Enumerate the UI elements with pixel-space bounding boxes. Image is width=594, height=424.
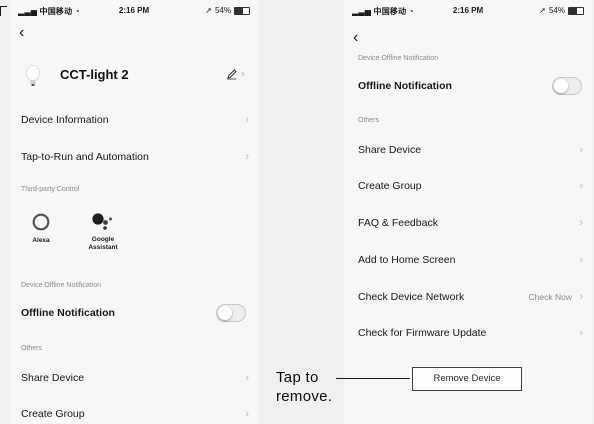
chevron-right-icon: › bbox=[579, 180, 583, 192]
check-firmware-row[interactable]: Check for Firmware Update › bbox=[344, 315, 592, 351]
tap-to-run-row[interactable]: Tap-to-Run and Automation › bbox=[10, 139, 258, 175]
chevron-right-icon: › bbox=[241, 68, 245, 80]
add-to-home-row[interactable]: Add to Home Screen › bbox=[344, 242, 592, 278]
chevron-right-icon: › bbox=[245, 151, 249, 163]
chevron-right-icon: › bbox=[579, 327, 583, 339]
battery-fill bbox=[235, 7, 243, 14]
create-group-label: Create Group bbox=[358, 180, 422, 192]
alexa-icon bbox=[32, 213, 50, 231]
chevron-right-icon: › bbox=[245, 114, 249, 126]
battery-percent: 54% bbox=[214, 6, 231, 15]
check-network-row[interactable]: Check Device Network Check Now › bbox=[344, 279, 592, 315]
alexa-label: Alexa bbox=[32, 237, 50, 244]
left-phone-screen: ▂▃▅ 中国移动 ◔ 2:16 PM ➚ 54% ‹ CCT-light 2 ›… bbox=[10, 0, 258, 424]
chevron-right-icon: › bbox=[579, 144, 583, 156]
battery-icon bbox=[234, 6, 250, 15]
bulb-icon bbox=[26, 65, 40, 86]
google-assistant-icon bbox=[92, 213, 112, 230]
share-device-label: Share Device bbox=[21, 372, 85, 384]
annotation-line-2: remove. bbox=[276, 388, 333, 405]
chevron-right-icon: › bbox=[245, 408, 249, 420]
share-device-row[interactable]: Share Device › bbox=[10, 360, 258, 396]
chevron-right-icon: › bbox=[245, 372, 249, 384]
add-to-home-label: Add to Home Screen bbox=[358, 254, 456, 266]
battery-fill bbox=[569, 7, 577, 14]
annotation-line-1: Tap to bbox=[276, 369, 319, 386]
toggle-knob bbox=[554, 79, 568, 93]
back-arrow-icon[interactable]: ‹ bbox=[353, 30, 358, 46]
create-group-row[interactable]: Create Group › bbox=[344, 168, 592, 204]
location-icon: ➚ bbox=[539, 6, 546, 15]
offline-section-label: Device Offline Notification bbox=[358, 55, 439, 62]
battery-status: ➚ 54% bbox=[205, 6, 250, 15]
share-device-label: Share Device bbox=[358, 144, 422, 156]
device-name: CCT-light 2 bbox=[60, 67, 129, 82]
check-network-label: Check Device Network bbox=[358, 291, 465, 303]
chevron-right-icon: › bbox=[579, 291, 583, 303]
third-party-section-label: Third-party Control bbox=[21, 186, 80, 193]
battery-percent: 54% bbox=[548, 6, 565, 15]
faq-feedback-row[interactable]: FAQ & Feedback › bbox=[344, 205, 592, 241]
alexa-button[interactable]: Alexa bbox=[19, 212, 63, 245]
offline-notification-label: Offline Notification bbox=[21, 307, 115, 319]
offline-notification-toggle[interactable] bbox=[216, 304, 246, 322]
others-section-label: Others bbox=[358, 117, 380, 124]
google-assistant-button[interactable]: Google Assistant bbox=[81, 211, 125, 252]
faq-feedback-label: FAQ & Feedback bbox=[358, 217, 438, 229]
device-information-row[interactable]: Device Information › bbox=[10, 102, 258, 138]
tap-to-remove-annotation: Tap to remove. bbox=[276, 368, 332, 406]
annotation-pointer-line bbox=[336, 378, 410, 380]
pencil-icon[interactable] bbox=[226, 68, 238, 80]
google-assistant-label: Google Assistant bbox=[88, 236, 118, 251]
others-section-label: Others bbox=[21, 345, 43, 352]
location-icon: ➚ bbox=[205, 6, 212, 15]
chevron-right-icon: › bbox=[579, 254, 583, 266]
offline-notification-toggle[interactable] bbox=[552, 77, 582, 95]
check-now-value: Check Now bbox=[528, 292, 572, 302]
battery-icon bbox=[568, 6, 584, 15]
device-information-label: Device Information bbox=[21, 114, 109, 126]
chevron-right-icon: › bbox=[579, 217, 583, 229]
create-group-row[interactable]: Create Group › bbox=[10, 396, 258, 424]
offline-section-label: Device Offline Notification bbox=[21, 282, 102, 289]
corner-mark bbox=[0, 6, 7, 16]
remove-device-button[interactable]: Remove Device bbox=[412, 367, 522, 391]
tap-to-run-label: Tap-to-Run and Automation bbox=[21, 151, 149, 163]
offline-notification-label: Offline Notification bbox=[358, 80, 452, 92]
battery-status: ➚ 54% bbox=[539, 6, 584, 15]
right-phone-screen: ▂▃▅ 中国移动 ◔ 2:16 PM ➚ 54% ‹ Device Offlin… bbox=[344, 0, 592, 424]
status-bar: ▂▃▅ 中国移动 ◔ 2:16 PM ➚ 54% bbox=[10, 6, 258, 20]
share-device-row[interactable]: Share Device › bbox=[344, 132, 592, 168]
toggle-knob bbox=[218, 306, 232, 320]
create-group-label: Create Group bbox=[21, 408, 85, 420]
status-bar: ▂▃▅ 中国移动 ◔ 2:16 PM ➚ 54% bbox=[344, 6, 592, 20]
page: ▂▃▅ 中国移动 ◔ 2:16 PM ➚ 54% ‹ CCT-light 2 ›… bbox=[0, 0, 594, 424]
back-arrow-icon[interactable]: ‹ bbox=[19, 25, 24, 41]
check-firmware-label: Check for Firmware Update bbox=[358, 327, 487, 339]
device-header[interactable]: CCT-light 2 › bbox=[10, 58, 258, 94]
